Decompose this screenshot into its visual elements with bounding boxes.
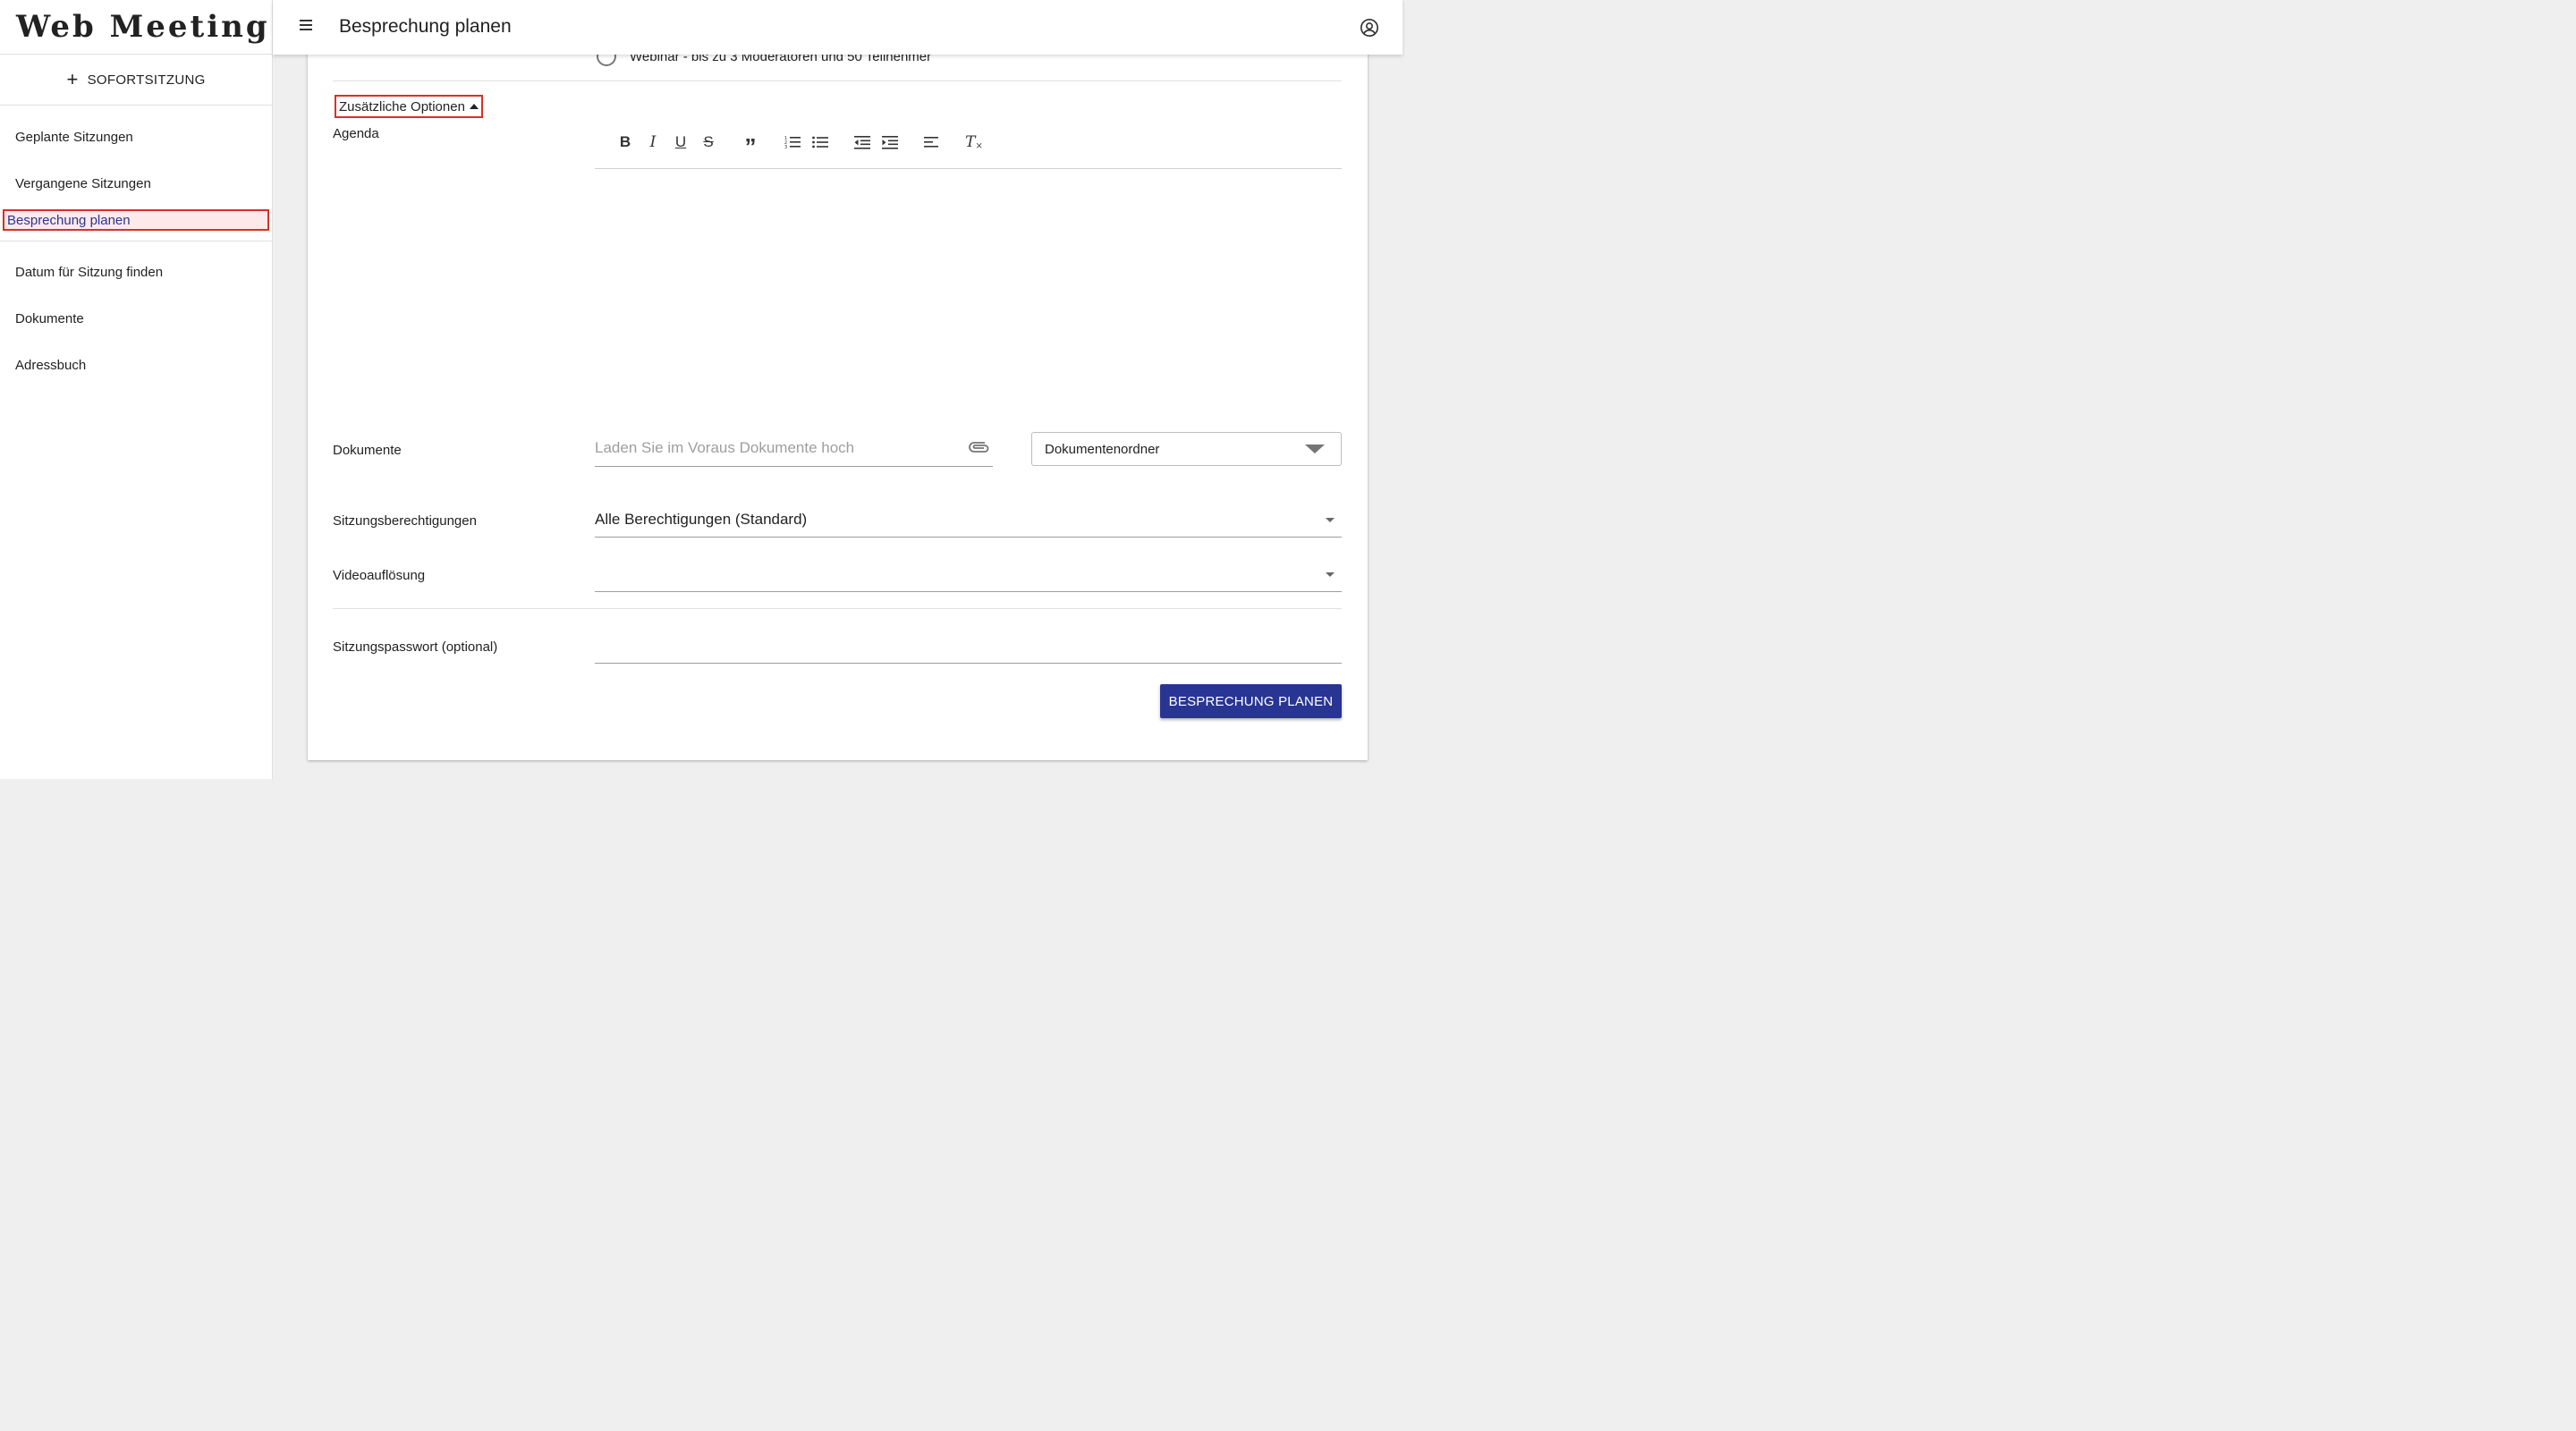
sidebar-item-schedule-meeting[interactable]: Besprechung planen (3, 209, 269, 231)
align-icon[interactable] (923, 133, 941, 151)
sidebar-item-address-book[interactable]: Adressbuch (15, 358, 86, 373)
editor-toolbar: B I U S ” 123 T × (616, 131, 993, 160)
ordered-list-icon[interactable]: 123 (784, 133, 801, 151)
documents-upload-input[interactable]: Laden Sie im Voraus Dokumente hoch (595, 429, 993, 467)
italic-icon[interactable]: I (644, 133, 662, 151)
hamburger-menu-icon[interactable] (300, 20, 312, 32)
documents-upload-placeholder: Laden Sie im Voraus Dokumente hoch (595, 438, 855, 456)
sidebar-item-documents[interactable]: Dokumente (15, 311, 84, 326)
bold-icon[interactable]: B (616, 133, 634, 151)
agenda-label: Agenda (333, 126, 379, 141)
app-logo: Web Meeting (0, 0, 272, 55)
clear-format-icon[interactable]: T × (965, 133, 983, 151)
permissions-label: Sitzungsberechtigungen (333, 513, 477, 529)
sidebar-item-find-date[interactable]: Datum für Sitzung finden (15, 265, 163, 280)
agenda-editor[interactable] (595, 168, 1342, 169)
outdent-icon[interactable] (853, 133, 871, 151)
divider (333, 80, 1342, 81)
permissions-select[interactable]: Alle Berechtigungen (Standard) (595, 502, 1342, 538)
additional-options-toggle[interactable]: Zusätzliche Optionen (335, 95, 483, 118)
dropdown-arrow-icon (1326, 518, 1335, 522)
underline-icon[interactable]: U (672, 133, 690, 151)
schedule-meeting-button[interactable]: BESPRECHUNG PLANEN (1160, 684, 1342, 718)
divider (333, 608, 1342, 609)
indent-icon[interactable] (881, 133, 899, 151)
bullet-list-icon[interactable] (811, 133, 829, 151)
plus-icon: + (66, 68, 79, 90)
dropdown-arrow-icon (1326, 572, 1335, 577)
chevron-down-icon (1305, 445, 1325, 453)
documents-folder-value: Dokumentenordner (1045, 441, 1160, 457)
sidebar-item-past-meetings[interactable]: Vergangene Sitzungen (15, 176, 151, 191)
caret-up-icon (469, 104, 479, 109)
paperclip-icon[interactable] (968, 440, 991, 454)
top-header: Besprechung planen (273, 0, 1402, 55)
schedule-form-card: Webinar - bis zu 3 Moderatoren und 50 Te… (308, 36, 1368, 760)
password-input[interactable] (595, 663, 1342, 664)
additional-options-label: Zusätzliche Optionen (339, 98, 465, 114)
permissions-value: Alle Berechtigungen (Standard) (595, 510, 808, 528)
instant-meeting-button[interactable]: + SOFORTSITZUNG (0, 55, 272, 106)
documents-folder-select[interactable]: Dokumentenordner (1031, 432, 1342, 466)
password-label: Sitzungspasswort (optional) (333, 639, 498, 655)
video-resolution-label: Videoauflösung (333, 568, 426, 583)
documents-label: Dokumente (333, 443, 402, 458)
blockquote-icon[interactable]: ” (741, 133, 759, 160)
page-title: Besprechung planen (339, 16, 512, 37)
sidebar-item-planned-meetings[interactable]: Geplante Sitzungen (15, 130, 133, 145)
strikethrough-icon[interactable]: S (699, 133, 717, 151)
instant-meeting-label: SOFORTSITZUNG (87, 72, 206, 88)
video-resolution-select[interactable] (595, 556, 1342, 592)
account-icon[interactable] (1360, 18, 1379, 38)
sidebar: Web Meeting + SOFORTSITZUNG Geplante Sit… (0, 0, 273, 779)
svg-text:3: 3 (784, 145, 787, 149)
